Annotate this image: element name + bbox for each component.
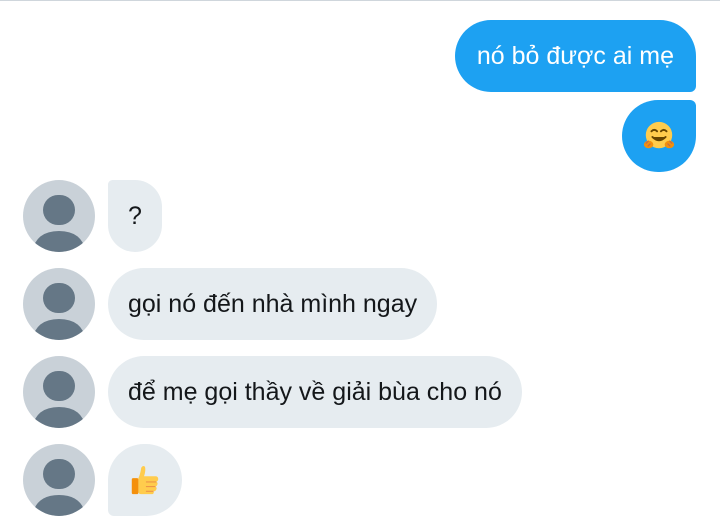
message-text: gọi nó đến nhà mình ngay [128, 290, 418, 318]
outgoing-message-bubble[interactable]: nó bỏ được ai mẹ [454, 20, 696, 92]
message-text: để mẹ gọi thầy về giải bùa cho nó [128, 378, 502, 406]
thumbs-up-emoji-icon [131, 466, 159, 495]
avatar[interactable] [23, 356, 95, 428]
message-text: nó bỏ được ai mẹ [476, 42, 674, 70]
avatar[interactable] [23, 268, 95, 340]
top-divider [0, 0, 720, 1]
message-text: ? [128, 202, 142, 230]
default-user-icon [32, 195, 86, 252]
avatar[interactable] [23, 444, 95, 516]
incoming-message-bubble[interactable]: để mẹ gọi thầy về giải bùa cho nó [108, 356, 522, 428]
default-user-icon [32, 283, 86, 340]
incoming-message-bubble[interactable]: ? [108, 180, 162, 252]
default-user-icon [32, 459, 86, 516]
outgoing-emoji-bubble[interactable] [622, 100, 696, 172]
hugging-face-emoji-icon [643, 121, 675, 149]
default-user-icon [32, 371, 86, 428]
avatar[interactable] [23, 180, 95, 252]
incoming-emoji-bubble[interactable] [108, 444, 182, 516]
incoming-message-bubble[interactable]: gọi nó đến nhà mình ngay [108, 268, 438, 340]
